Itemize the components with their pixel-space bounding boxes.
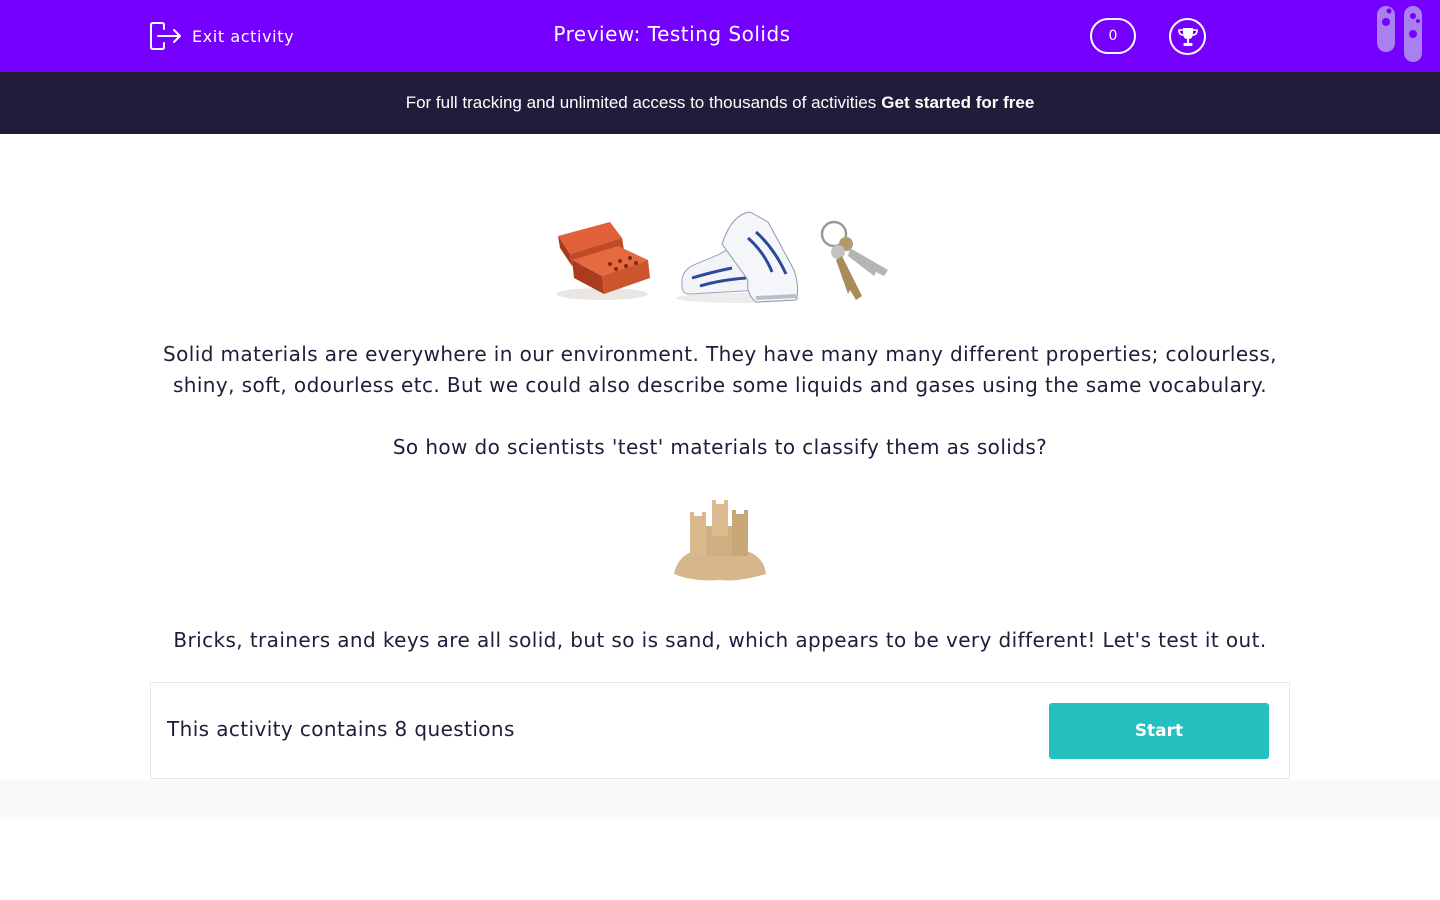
get-started-link[interactable]: Get started for free: [881, 93, 1034, 113]
promo-banner: For full tracking and unlimited access t…: [0, 72, 1440, 134]
test-tubes-icon: [1377, 6, 1422, 62]
activity-question-count: This activity contains 8 questions: [167, 717, 515, 741]
closing-paragraph: Bricks, trainers and keys are all solid,…: [173, 628, 1267, 652]
activity-card: This activity contains 8 questions Start: [150, 682, 1290, 779]
intro-paragraph: Solid materials are everywhere in our en…: [163, 342, 1277, 397]
sandcastle-image: [674, 500, 766, 581]
keys-image: [820, 220, 888, 300]
banner-text: For full tracking and unlimited access t…: [405, 93, 877, 112]
question-paragraph: So how do scientists 'test' materials to…: [392, 435, 1048, 459]
solids-images: [556, 211, 888, 303]
bricks-image: [556, 222, 650, 300]
footer-band: [0, 780, 1440, 819]
trophy-icon: [1177, 27, 1198, 46]
trainers-image: [676, 211, 800, 303]
page-title: Preview: Testing Solids: [553, 22, 791, 46]
start-button[interactable]: Start: [1049, 703, 1269, 759]
score-counter[interactable]: 0: [1090, 18, 1136, 54]
trophy-button[interactable]: [1169, 18, 1206, 55]
top-bar: Exit activity Preview: Testing Solids 0: [0, 0, 1440, 72]
